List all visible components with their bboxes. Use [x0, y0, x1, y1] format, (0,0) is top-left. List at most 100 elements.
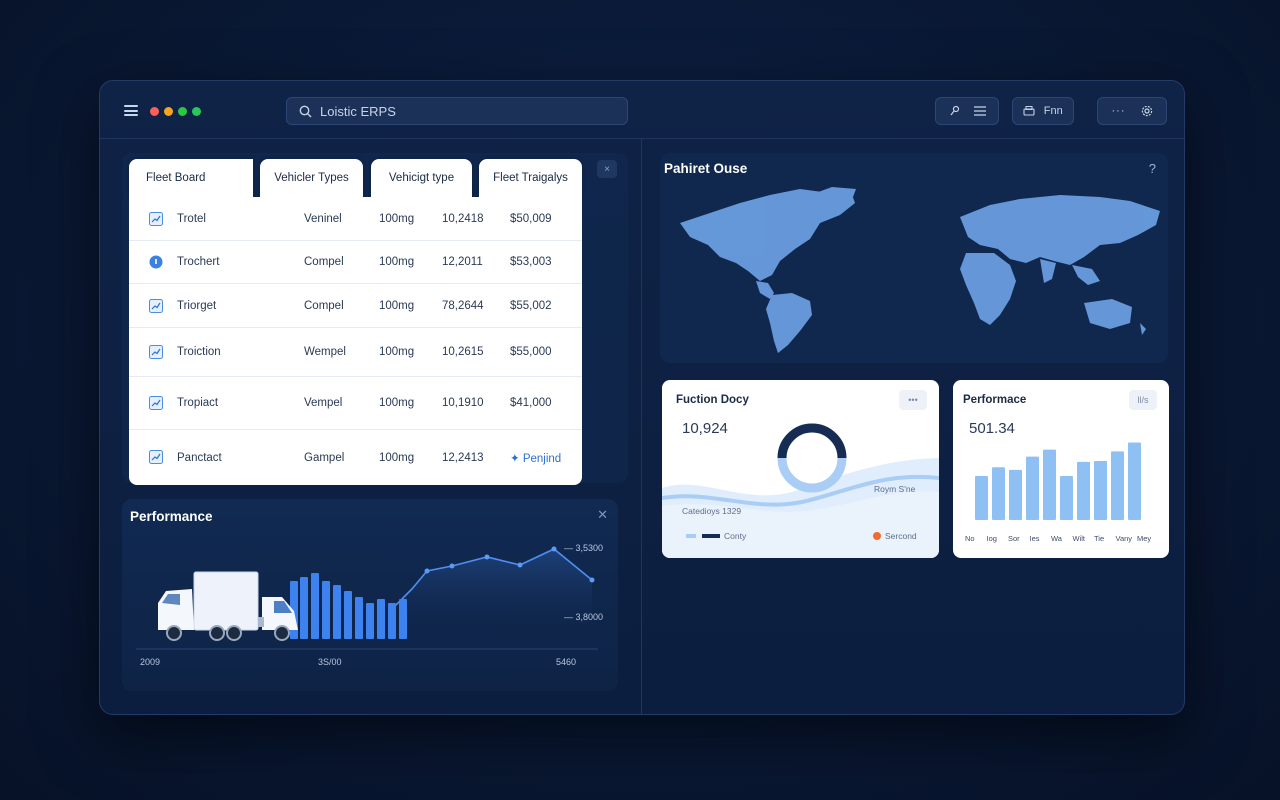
hamburger-menu-icon[interactable] — [124, 105, 138, 116]
toolbar-group-print[interactable]: Fnn — [1012, 97, 1074, 125]
row-name: Triorget — [177, 299, 217, 312]
app-window: Loistic ERPS Fnn ··· Fleet Board Vehicle… — [99, 80, 1185, 715]
continent-se-asia — [1072, 265, 1100, 285]
row-amount: $55,000 — [510, 346, 552, 358]
bar — [322, 581, 330, 639]
donut-segment — [777, 423, 847, 459]
row-type: Wempel — [304, 346, 346, 358]
y-axis-label: — 3,5300 — [564, 543, 604, 553]
row-qty: 100mg — [379, 451, 415, 464]
continent-south-america — [766, 293, 812, 353]
area-fill — [402, 549, 592, 641]
bar — [333, 585, 341, 639]
map-panel: Pahiret Ouse ? — [660, 153, 1168, 363]
bar — [975, 476, 988, 520]
y-axis-label: — 3,8000 — [564, 612, 604, 622]
panel-divider — [641, 139, 642, 714]
bar — [377, 599, 385, 639]
x-tick-label: Sor — [1008, 534, 1020, 543]
list-icon[interactable] — [973, 106, 986, 116]
row-name: Trochert — [177, 256, 220, 268]
bar — [399, 599, 407, 639]
x-axis-label: 5460 — [556, 657, 577, 667]
x-tick-label: Iog — [986, 534, 997, 543]
orange-dot-icon[interactable] — [164, 107, 173, 116]
x-tick-label: Wa — [1051, 534, 1062, 543]
row-qty: 100mg — [379, 212, 415, 225]
tab-fleet-board[interactable]: Fleet Board — [129, 159, 253, 197]
bar — [311, 573, 319, 639]
row-type: Vempel — [304, 397, 343, 409]
table-row[interactable]: Triorget Compel 100mg 78,2644 $55,002 — [129, 284, 582, 328]
continent-india — [1040, 259, 1056, 283]
row-qty: 100mg — [379, 299, 415, 312]
row-id: 10,2615 — [442, 346, 484, 358]
row-amount: $53,003 — [510, 256, 552, 268]
tab-fleet-analysis[interactable]: Fleet Traigalys — [479, 159, 582, 197]
performance-chart — [136, 546, 598, 650]
bar — [1111, 451, 1124, 520]
row-amount-text: Penjind — [522, 452, 562, 465]
x-tick-label: Ies — [1029, 534, 1040, 543]
green-dot-icon[interactable] — [192, 107, 201, 116]
sparkle-icon: ✦ — [510, 452, 523, 465]
performance-panel: Performance ✕ — 3,5300 — 3,8000 2009 3S/… — [122, 499, 618, 691]
row-amount[interactable]: ✦ Penjind — [510, 451, 561, 465]
toolbar-group-more: ··· — [1097, 97, 1167, 125]
performance-card: Performace ll/s 501.34 No Iog Sor Ies Wa Wilt… — [953, 380, 1169, 558]
toolbar-label: Fnn — [1043, 105, 1063, 117]
toolbar-group-tools — [935, 97, 999, 125]
row-id: 78,2644 — [442, 299, 484, 312]
tab-vehicle-type[interactable]: Vehicigt type — [371, 159, 472, 197]
close-icon[interactable]: × — [597, 160, 617, 178]
footer-label: Catedioys 1329 — [682, 506, 742, 516]
row-name: Trotel — [177, 212, 206, 225]
function-card: Fuction Docy ••• 10,924 Roym S'ne Catedi… — [662, 380, 939, 558]
row-type: Compel — [304, 299, 344, 312]
gear-icon[interactable] — [1141, 105, 1153, 117]
x-tick-label: Mey — [1137, 534, 1152, 543]
search-input[interactable]: Loistic ERPS — [286, 97, 628, 125]
pin-icon[interactable] — [949, 105, 961, 117]
data-point — [589, 577, 595, 583]
bar — [1009, 469, 1022, 520]
table-row[interactable]: Tropiact Vempel 100mg 10,1910 $41,000 — [129, 377, 582, 430]
x-tick-label: Vany — [1115, 534, 1133, 543]
bar — [1077, 461, 1090, 520]
chart-icon — [149, 212, 163, 226]
bar — [1026, 456, 1039, 520]
more-icon[interactable]: ··· — [1112, 105, 1126, 117]
x-tick-label: No — [965, 534, 975, 543]
info-circle-icon — [149, 255, 163, 269]
continent-new-zealand — [1140, 323, 1146, 335]
row-qty: 100mg — [379, 397, 415, 409]
x-axis-label: 2009 — [140, 657, 161, 667]
bar — [300, 577, 308, 639]
world-map[interactable] — [660, 153, 1168, 363]
table-row[interactable]: Panctact Gampel 100mg 12,2413 ✦ Penjind — [129, 430, 582, 485]
row-id: 10,1910 — [442, 397, 484, 409]
green-dot-icon[interactable] — [178, 107, 187, 116]
data-point — [484, 554, 490, 560]
row-amount: $55,002 — [510, 299, 552, 312]
wave-label: Roym S'ne — [874, 484, 916, 494]
row-name: Panctact — [177, 451, 222, 464]
fleet-table: Trotel Veninel 100mg 10,2418 $50,009 Tro… — [129, 197, 582, 485]
row-type: Gampel — [304, 451, 345, 464]
legend-label: Conty — [724, 531, 747, 541]
bar — [992, 467, 1005, 520]
table-row[interactable]: Trotel Veninel 100mg 10,2418 $50,009 — [129, 197, 582, 241]
truck-image — [158, 571, 298, 641]
bar — [1043, 449, 1056, 520]
tab-vehicle-types[interactable]: Vehicler Types — [260, 159, 363, 197]
table-row[interactable]: Trochert Compel 100mg 12,2011 $53,003 — [129, 241, 582, 284]
performance-bar-chart — [975, 442, 1141, 520]
bar — [1060, 476, 1073, 520]
row-id: 10,2418 — [442, 212, 484, 225]
red-dot-icon[interactable] — [150, 107, 159, 116]
data-point — [517, 562, 523, 568]
row-amount: $41,000 — [510, 397, 552, 409]
row-qty: 100mg — [379, 346, 415, 358]
continent-australia — [1084, 299, 1132, 329]
table-row[interactable]: Troiction Wempel 100mg 10,2615 $55,000 — [129, 328, 582, 377]
